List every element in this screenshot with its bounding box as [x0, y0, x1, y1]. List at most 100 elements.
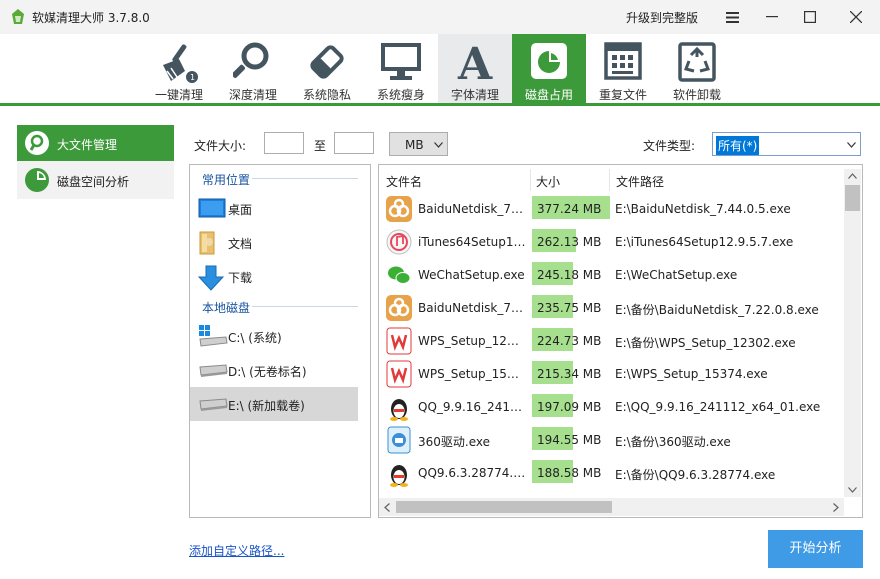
file-type-select[interactable]: 所有(*) — [712, 132, 861, 156]
horizontal-scroll-thumb[interactable] — [396, 501, 612, 513]
scroll-down-icon[interactable] — [848, 487, 857, 493]
monitor-icon — [381, 43, 421, 80]
file-name: WPS_Setup_12302.exe — [418, 334, 526, 348]
search-file-icon — [25, 131, 49, 155]
file-size: 224.73 MB — [537, 334, 602, 348]
hamburger-menu-icon — [725, 11, 739, 23]
disk-label: D:\ (无卷标名) — [228, 365, 307, 379]
file-size: 262.13 MB — [537, 235, 602, 249]
file-name: BaiduNetdisk_7.44.0.5.exe — [418, 202, 526, 216]
upgrade-link[interactable]: 升级到完整版 — [626, 9, 698, 26]
baidu-netdisk-icon — [386, 196, 412, 222]
window-title: 软媒清理大师 3.7.8.0 — [32, 11, 150, 25]
title-bar: 软媒清理大师 3.7.8.0 升级到完整版 — [0, 0, 880, 34]
size-min-input[interactable] — [264, 132, 304, 154]
minimize-button[interactable] — [752, 0, 792, 34]
file-size: 215.34 MB — [537, 367, 602, 381]
scroll-right-icon[interactable] — [833, 503, 839, 512]
tool-system-privacy[interactable]: 系统隐私 — [290, 34, 364, 103]
file-path: E:\QQ_9.9.16_241112_x64_01.exe — [615, 400, 821, 414]
column-header-path[interactable]: 文件路径 — [616, 173, 664, 190]
file-size: 197.09 MB — [537, 400, 602, 414]
drive-icon — [199, 398, 228, 411]
desktop-icon — [198, 198, 226, 218]
pie-chart-icon — [25, 168, 49, 192]
file-row[interactable]: WPS_Setup_15374.exe 215.34 MB E:\WPS_Setup… — [379, 358, 845, 391]
file-path: E:\备份\BaiduNetdisk_7.22.0.8.exe — [615, 303, 819, 317]
location-desktop[interactable]: 桌面 — [190, 191, 358, 225]
file-list: 文件名 大小 文件路径 BaiduNetdisk_7.44.0.5.exe 377… — [378, 164, 863, 518]
file-name: 360驱动.exe — [418, 435, 491, 449]
location-downloads[interactable]: 下载 — [190, 259, 358, 293]
file-type-value: 所有(*) — [716, 136, 760, 155]
recycle-icon — [678, 42, 716, 82]
maximize-button[interactable] — [790, 0, 830, 34]
start-analysis-button[interactable]: 开始分析 — [768, 530, 863, 568]
nav-large-file-manager[interactable]: 大文件管理 — [17, 125, 174, 161]
divider — [252, 178, 358, 179]
vertical-scrollbar[interactable] — [844, 169, 861, 497]
windows-drive-icon — [199, 325, 228, 347]
disk-label: C:\ (系统) — [228, 331, 282, 345]
disk-e[interactable]: E:\ (新加载卷) — [190, 387, 358, 421]
column-header-name[interactable]: 文件名 — [386, 173, 422, 190]
file-type-label: 文件类型: — [643, 139, 696, 153]
vertical-scroll-thumb[interactable] — [845, 185, 860, 211]
tool-system-slim[interactable]: 系统瘦身 — [364, 34, 438, 103]
tool-disk-usage[interactable]: 磁盘占用 — [512, 34, 586, 103]
menu-button[interactable] — [712, 0, 752, 34]
local-disk-heading: 本地磁盘 — [202, 301, 251, 315]
download-arrow-icon — [198, 265, 225, 291]
disk-c[interactable]: C:\ (系统) — [190, 319, 358, 353]
size-unit-select[interactable]: MB — [389, 132, 448, 156]
broom-icon: 1 — [163, 44, 198, 83]
wps-icon — [386, 360, 412, 388]
file-name: WPS_Setup_15374.exe — [418, 367, 526, 381]
tool-duplicate-files[interactable]: 重复文件 — [586, 34, 660, 103]
file-row[interactable]: QQ9.6.3.28774.exe 188.58 MB E:\备份\QQ9.6.3.… — [379, 457, 845, 490]
tool-label: 字体清理 — [450, 88, 499, 102]
location-documents[interactable]: 文档 — [190, 225, 358, 259]
file-size: 235.75 MB — [537, 301, 602, 315]
disk-pie-icon — [531, 43, 567, 79]
file-size: 194.55 MB — [537, 433, 602, 447]
wps-icon — [386, 327, 412, 355]
disk-d[interactable]: D:\ (无卷标名) — [190, 353, 358, 387]
scroll-left-icon[interactable] — [384, 503, 390, 512]
file-path: E:\备份\QQ9.6.3.28774.exe — [615, 468, 776, 482]
file-row[interactable]: 360驱动.exe 194.55 MB E:\备份\360驱动.exe — [379, 424, 845, 457]
tool-label: 重复文件 — [598, 88, 647, 102]
tool-font-clean[interactable]: A 字体清理 — [438, 34, 512, 103]
size-max-input[interactable] — [334, 132, 374, 154]
wechat-icon — [386, 262, 412, 288]
minimize-icon — [766, 16, 778, 18]
close-button[interactable] — [836, 0, 876, 34]
nav-disk-space-analysis[interactable]: 磁盘空间分析 — [17, 162, 174, 198]
file-row[interactable]: BaiduNetdisk_7.22.0.8.exe 235.75 MB E:\备份\… — [379, 292, 845, 325]
scroll-up-icon[interactable] — [848, 173, 857, 179]
tool-software-uninstall[interactable]: 软件卸载 — [660, 34, 734, 103]
tool-deep-clean[interactable]: 深度清理 — [216, 34, 290, 103]
file-name: QQ_9.9.16_241112_x64_01.exe — [418, 400, 526, 414]
file-path: E:\iTunes64Setup12.9.5.7.exe — [615, 235, 794, 249]
column-header-size[interactable]: 大小 — [536, 173, 560, 190]
size-unit-value: MB — [405, 138, 424, 152]
file-path: E:\WeChatSetup.exe — [615, 268, 738, 282]
file-row[interactable]: WeChatSetup.exe 245.18 MB E:\WeChatSetup.e… — [379, 259, 845, 292]
tool-one-click-clean[interactable]: 1 一键清理 — [142, 34, 216, 103]
tool-label: 软件卸载 — [672, 88, 721, 102]
file-row[interactable]: QQ_9.9.16_241112_x64_01.exe 197.09 MB E:\Q… — [379, 391, 845, 424]
file-row[interactable]: BaiduNetdisk_7.44.0.5.exe 377.24 MB E:\Bai… — [379, 193, 845, 226]
nav-label: 大文件管理 — [57, 138, 118, 152]
font-a-icon: A — [457, 41, 493, 83]
file-row[interactable]: WPS_Setup_12302.exe 224.73 MB E:\备份\WPS_Se… — [379, 325, 845, 358]
app-logo-icon — [12, 9, 24, 24]
drive-icon — [199, 364, 228, 377]
file-row[interactable]: iTunes64Setup12.9.5.7.exe 262.13 MB E:\iTu… — [379, 226, 845, 259]
svg-text:A: A — [457, 41, 493, 83]
common-locations-heading: 常用位置 — [202, 173, 251, 187]
add-custom-path-link[interactable]: 添加自定义路径... — [189, 542, 284, 559]
location-label: 桌面 — [228, 203, 253, 217]
chevron-down-icon — [847, 142, 856, 148]
close-icon — [850, 11, 862, 23]
